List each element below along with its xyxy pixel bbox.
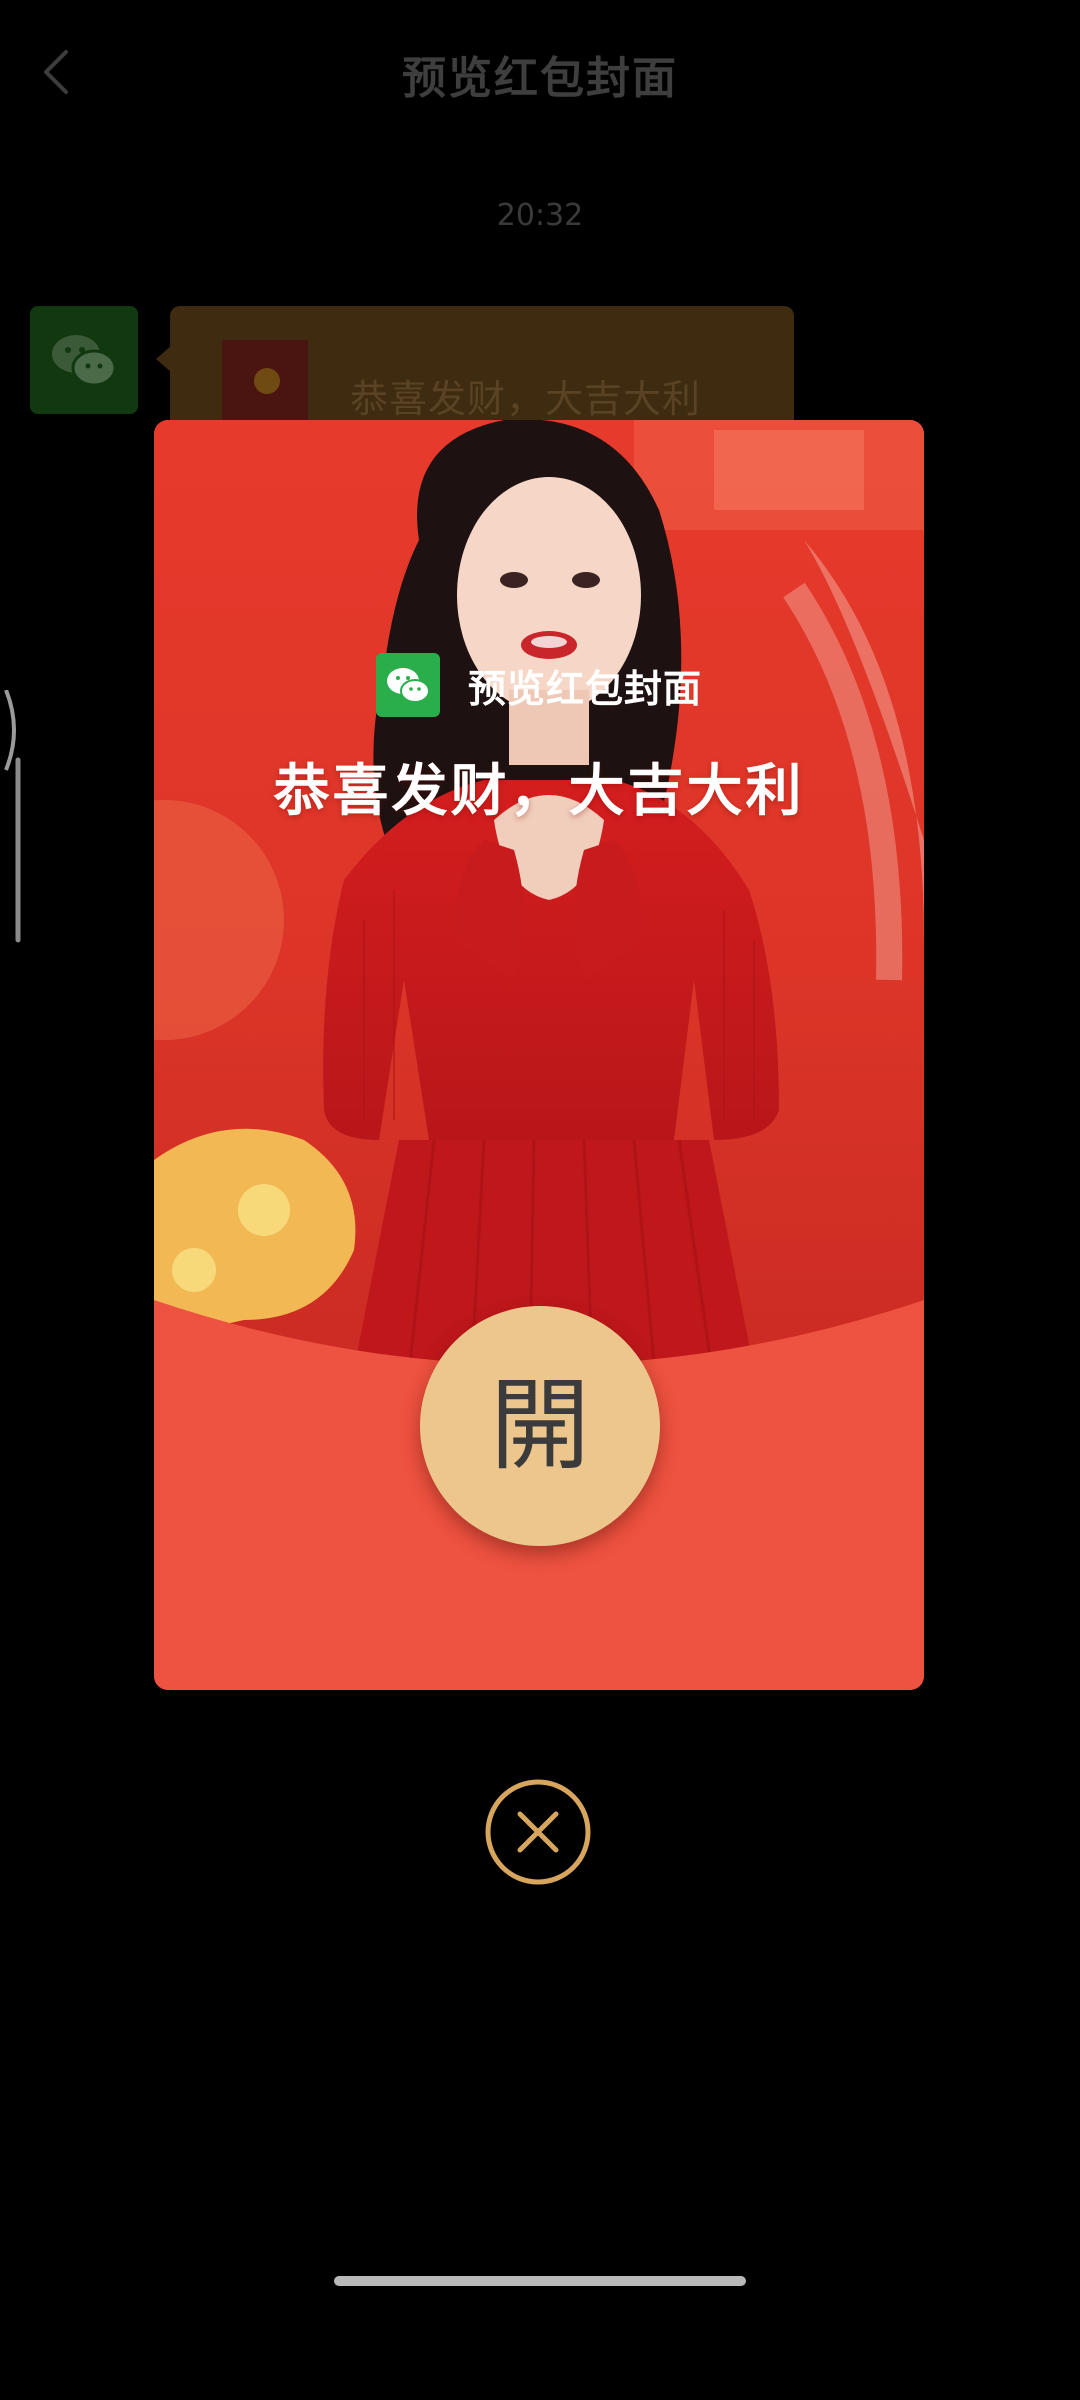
cover-photo	[154, 420, 924, 1420]
side-edge-indicator	[4, 690, 21, 943]
page-title: 预览红包封面	[402, 53, 678, 104]
open-button[interactable]: 開	[420, 1306, 660, 1546]
brand-name: 预览红包封面	[467, 666, 702, 711]
wechat-icon	[386, 668, 430, 703]
chat-timestamp: 20:32	[496, 198, 584, 233]
avatar[interactable]	[30, 306, 138, 414]
coin-icon	[254, 368, 280, 394]
close-icon[interactable]	[484, 1778, 592, 1886]
message-cover-thumbnail	[222, 340, 308, 426]
blessing-text: 恭喜发财，大吉大利	[273, 759, 805, 824]
home-indicator[interactable]	[334, 2276, 746, 2286]
red-packet-cover: 预览红包封面 恭喜发财，大吉大利 開	[154, 420, 924, 1690]
wechat-icon	[52, 335, 117, 387]
brand-row: 预览红包封面	[154, 652, 924, 718]
open-label: 開	[490, 1367, 590, 1484]
red-packet-message[interactable]: 恭喜发财，大吉大利	[170, 306, 794, 426]
wechat-logo	[375, 653, 440, 717]
message-blessing-text: 恭喜发财，大吉大利	[350, 377, 702, 421]
